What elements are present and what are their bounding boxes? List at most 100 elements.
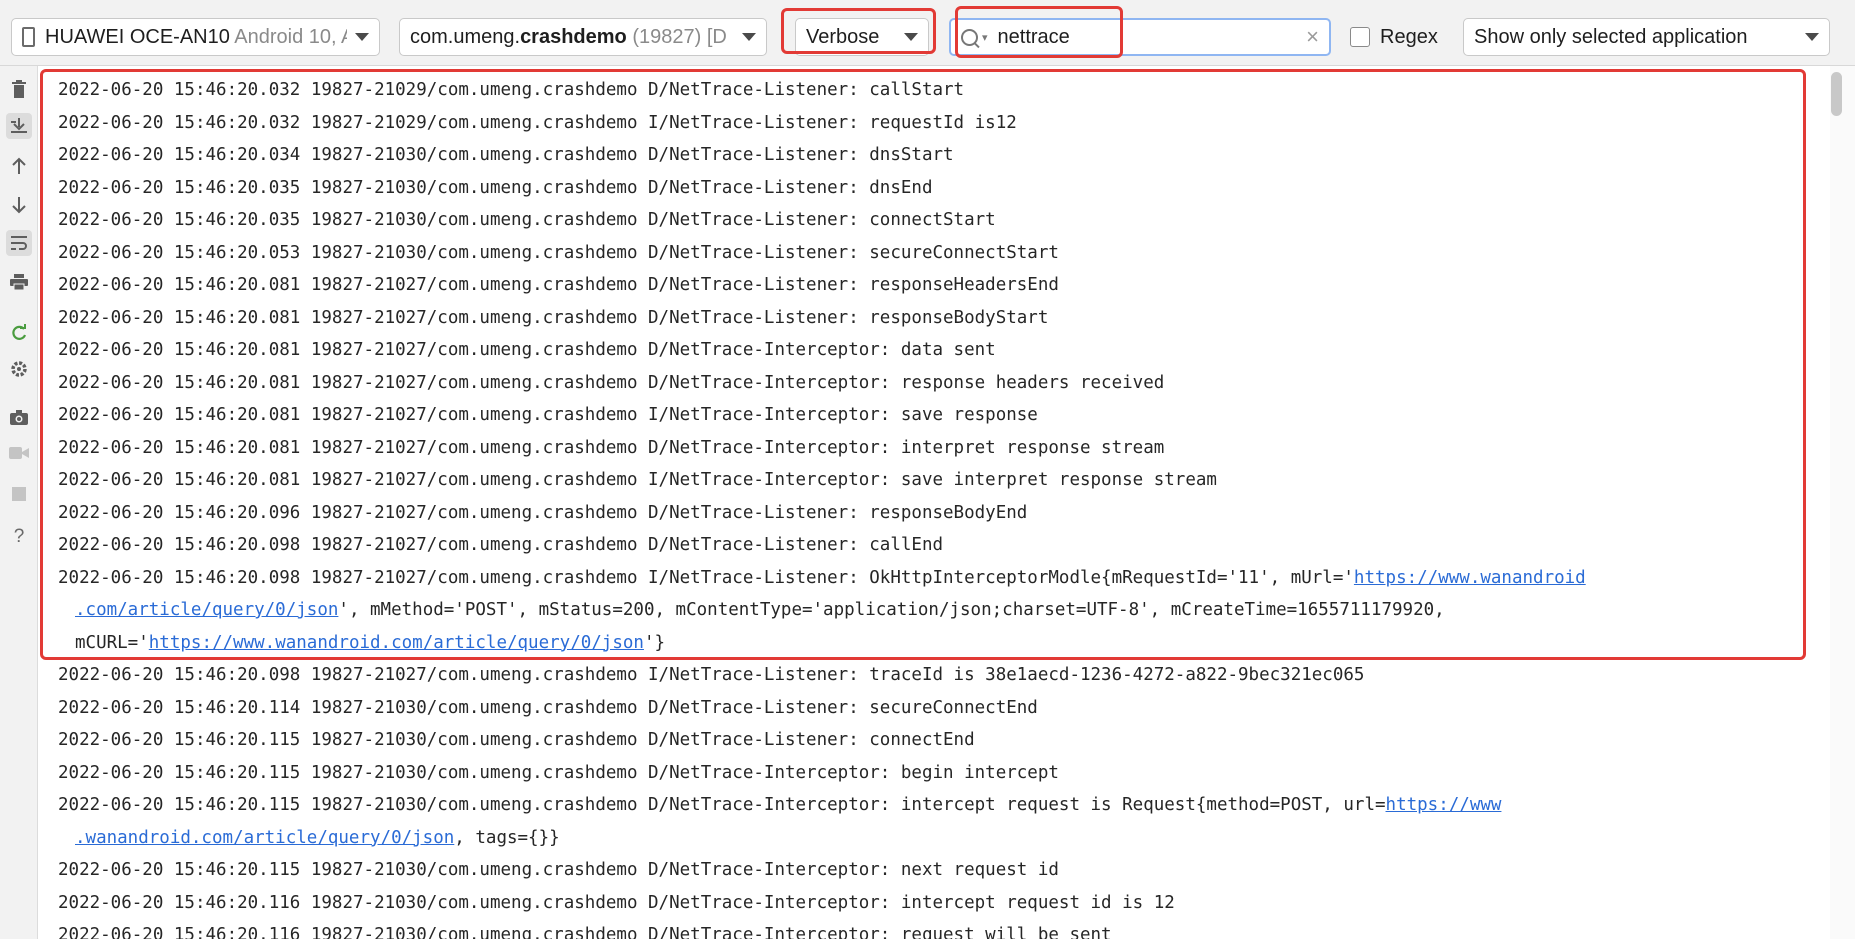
log-text-after: , tags={}}	[454, 827, 560, 848]
logcat-toolbar: HUAWEI OCE-AN10 Android 10, A com.umeng.…	[0, 0, 1855, 66]
chevron-down-icon	[904, 33, 918, 41]
log-line: 2022-06-20 15:46:20.081 19827-21027/com.…	[58, 367, 1164, 399]
trash-icon[interactable]	[6, 76, 32, 102]
vertical-scrollbar[interactable]	[1830, 66, 1855, 939]
log-level-selector[interactable]: Verbose	[795, 18, 929, 56]
log-text: mCURL='	[75, 632, 149, 653]
log-text: 2022-06-20 15:46:20.035 19827-21030/com.…	[58, 210, 996, 230]
regex-label: Regex	[1380, 25, 1438, 48]
log-link[interactable]: https://www	[1386, 795, 1502, 815]
log-line: 2022-06-20 15:46:20.081 19827-21027/com.…	[58, 302, 1048, 334]
log-text: 2022-06-20 15:46:20.098 19827-21027/com.…	[58, 535, 944, 555]
log-line: 2022-06-20 15:46:20.035 19827-21030/com.…	[58, 204, 996, 236]
log-text: 2022-06-20 15:46:20.116 19827-21030/com.…	[58, 925, 1112, 939]
regex-checkbox[interactable]	[1350, 27, 1370, 47]
log-text: 2022-06-20 15:46:20.115 19827-21030/com.…	[58, 762, 1059, 783]
log-text: 2022-06-20 15:46:20.114 19827-21030/com.…	[58, 697, 1038, 718]
search-icon	[961, 28, 978, 46]
log-line: 2022-06-20 15:46:20.115 19827-21030/com.…	[58, 724, 975, 756]
log-text: 2022-06-20 15:46:20.032 19827-21029/com.…	[58, 112, 1017, 133]
log-line: 2022-06-20 15:46:20.035 19827-21030/com.…	[58, 172, 932, 204]
log-text: 2022-06-20 15:46:20.081 19827-21027/com.…	[58, 372, 1165, 393]
regex-toggle[interactable]: Regex	[1350, 18, 1438, 56]
process-detail: (19827) [D	[632, 25, 727, 48]
log-text: 2022-06-20 15:46:20.034 19827-21030/com.…	[58, 145, 954, 165]
log-line: 2022-06-20 15:46:20.116 19827-21030/com.…	[58, 919, 1112, 939]
log-line: 2022-06-20 15:46:20.115 19827-21030/com.…	[58, 789, 1501, 821]
device-selector[interactable]: HUAWEI OCE-AN10 Android 10, A	[11, 18, 380, 56]
log-line-continuation: mCURL='https://www.wanandroid.com/articl…	[75, 627, 665, 659]
filter-value: Show only selected application	[1474, 25, 1748, 48]
log-text: 2022-06-20 15:46:20.035 19827-21030/com.…	[58, 177, 933, 198]
filter-selector[interactable]: Show only selected application	[1463, 18, 1830, 56]
log-line: 2022-06-20 15:46:20.081 19827-21027/com.…	[58, 269, 1059, 301]
log-line: 2022-06-20 15:46:20.098 19827-21027/com.…	[58, 562, 1586, 594]
device-detail: Android 10, A	[234, 25, 347, 48]
log-text-after: '}	[643, 632, 666, 653]
log-text: 2022-06-20 15:46:20.116 19827-21030/com.…	[58, 892, 1175, 913]
log-text: 2022-06-20 15:46:20.081 19827-21027/com.…	[58, 437, 1165, 458]
log-line: 2022-06-20 15:46:20.115 19827-21030/com.…	[58, 854, 1059, 886]
log-line: 2022-06-20 15:46:20.081 19827-21027/com.…	[58, 432, 1164, 464]
logcat-side-toolbar: ?	[0, 66, 38, 939]
chevron-down-icon	[1805, 33, 1819, 41]
log-line: 2022-06-20 15:46:20.096 19827-21027/com.…	[58, 497, 1027, 529]
log-line-continuation: .wanandroid.com/article/query/0/json, ta…	[75, 822, 560, 854]
log-text: 2022-06-20 15:46:20.053 19827-21030/com.…	[58, 242, 1059, 263]
log-text: 2022-06-20 15:46:20.081 19827-21027/com.…	[58, 340, 996, 360]
log-line: 2022-06-20 15:46:20.081 19827-21027/com.…	[58, 464, 1217, 496]
log-line: 2022-06-20 15:46:20.115 19827-21030/com.…	[58, 757, 1059, 789]
log-text: 2022-06-20 15:46:20.032 19827-21029/com.…	[58, 80, 965, 100]
log-link[interactable]: https://www.wanandroid	[1354, 568, 1586, 588]
log-line: 2022-06-20 15:46:20.032 19827-21029/com.…	[58, 107, 1017, 139]
log-text: 2022-06-20 15:46:20.098 19827-21027/com.…	[58, 665, 1365, 685]
log-line: 2022-06-20 15:46:20.098 19827-21027/com.…	[58, 529, 943, 561]
log-level-value: Verbose	[806, 25, 880, 48]
chevron-down-icon	[355, 33, 369, 41]
log-link[interactable]: .com/article/query/0/json	[75, 600, 338, 620]
log-line-continuation: .com/article/query/0/json', mMethod='POS…	[75, 594, 1445, 626]
help-icon[interactable]: ?	[6, 524, 32, 550]
scrollbar-thumb[interactable]	[1831, 72, 1842, 116]
log-line: 2022-06-20 15:46:20.053 19827-21030/com.…	[58, 237, 1059, 269]
clear-icon[interactable]: ×	[1306, 24, 1319, 50]
log-line: 2022-06-20 15:46:20.098 19827-21027/com.…	[58, 659, 1364, 691]
log-line: 2022-06-20 15:46:20.116 19827-21030/com.…	[58, 887, 1175, 919]
log-text: 2022-06-20 15:46:20.081 19827-21027/com.…	[58, 275, 1059, 295]
log-text: 2022-06-20 15:46:20.115 19827-21030/com.…	[58, 860, 1059, 880]
log-text: 2022-06-20 15:46:20.081 19827-21027/com.…	[58, 307, 1049, 328]
log-text-after: ', mMethod='POST', mStatus=200, mContent…	[338, 600, 1445, 620]
log-text: 2022-06-20 15:46:20.098 19827-21027/com.…	[58, 567, 1354, 588]
log-line: 2022-06-20 15:46:20.034 19827-21030/com.…	[58, 139, 954, 171]
process-selector[interactable]: com.umeng.crashdemo (19827) [D	[399, 18, 767, 56]
logcat-output[interactable]: 2022-06-20 15:46:20.032 19827-21029/com.…	[38, 66, 1828, 939]
log-text: 2022-06-20 15:46:20.115 19827-21030/com.…	[58, 795, 1386, 815]
arrow-up-icon[interactable]	[6, 153, 32, 179]
log-line: 2022-06-20 15:46:20.114 19827-21030/com.…	[58, 692, 1038, 724]
log-link[interactable]: .wanandroid.com/article/query/0/json	[75, 828, 454, 848]
log-text: 2022-06-20 15:46:20.081 19827-21027/com.…	[58, 405, 1038, 425]
log-line: 2022-06-20 15:46:20.081 19827-21027/com.…	[58, 334, 996, 366]
device-name: HUAWEI OCE-AN10	[45, 25, 230, 48]
scroll-to-end-icon[interactable]	[6, 113, 32, 139]
process-name: crashdemo	[520, 25, 627, 48]
print-icon[interactable]	[6, 269, 32, 295]
restart-icon[interactable]	[6, 320, 32, 346]
gear-icon[interactable]	[6, 356, 32, 382]
arrow-down-icon[interactable]	[6, 192, 32, 218]
stop-icon[interactable]	[6, 481, 32, 507]
search-value: nettrace	[997, 25, 1070, 48]
log-text: 2022-06-20 15:46:20.115 19827-21030/com.…	[58, 730, 975, 750]
log-text: 2022-06-20 15:46:20.096 19827-21027/com.…	[58, 502, 1028, 523]
search-input[interactable]: ▾ nettrace ×	[949, 18, 1331, 56]
video-icon[interactable]	[6, 440, 32, 466]
process-prefix: com.umeng.	[410, 25, 521, 48]
log-line: 2022-06-20 15:46:20.032 19827-21029/com.…	[58, 74, 964, 106]
log-link[interactable]: https://www.wanandroid.com/article/query…	[149, 633, 644, 653]
phone-icon	[22, 27, 35, 47]
log-line: 2022-06-20 15:46:20.081 19827-21027/com.…	[58, 399, 1038, 431]
log-text: 2022-06-20 15:46:20.081 19827-21027/com.…	[58, 470, 1217, 490]
soft-wrap-icon[interactable]	[6, 230, 32, 256]
camera-icon[interactable]	[6, 405, 32, 431]
search-history-icon[interactable]: ▾	[982, 31, 988, 44]
